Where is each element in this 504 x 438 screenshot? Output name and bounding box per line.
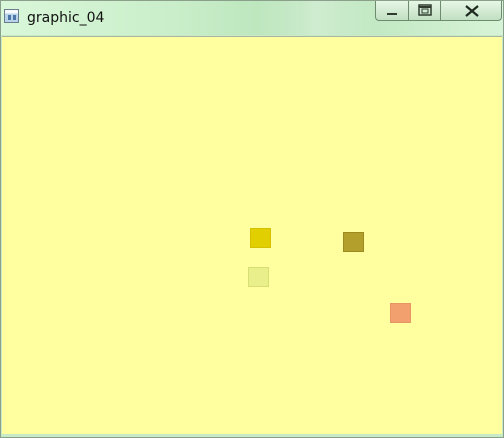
maximize-button[interactable]: [408, 1, 440, 21]
drawing-canvas: [2, 36, 502, 434]
pale-lime-square: [248, 267, 269, 287]
minimize-button[interactable]: [375, 1, 408, 21]
title-bar[interactable]: graphic_04: [1, 1, 503, 35]
application-window: graphic_04: [0, 0, 504, 438]
application-window-icon[interactable]: [4, 9, 19, 23]
gold-square: [250, 228, 271, 248]
orange-square: [390, 303, 411, 323]
maximize-icon: [418, 4, 432, 16]
olive-square: [343, 232, 364, 252]
window-title: graphic_04: [27, 10, 105, 26]
close-button[interactable]: [440, 1, 502, 21]
minimize-icon: [387, 13, 397, 15]
close-icon: [465, 5, 479, 17]
